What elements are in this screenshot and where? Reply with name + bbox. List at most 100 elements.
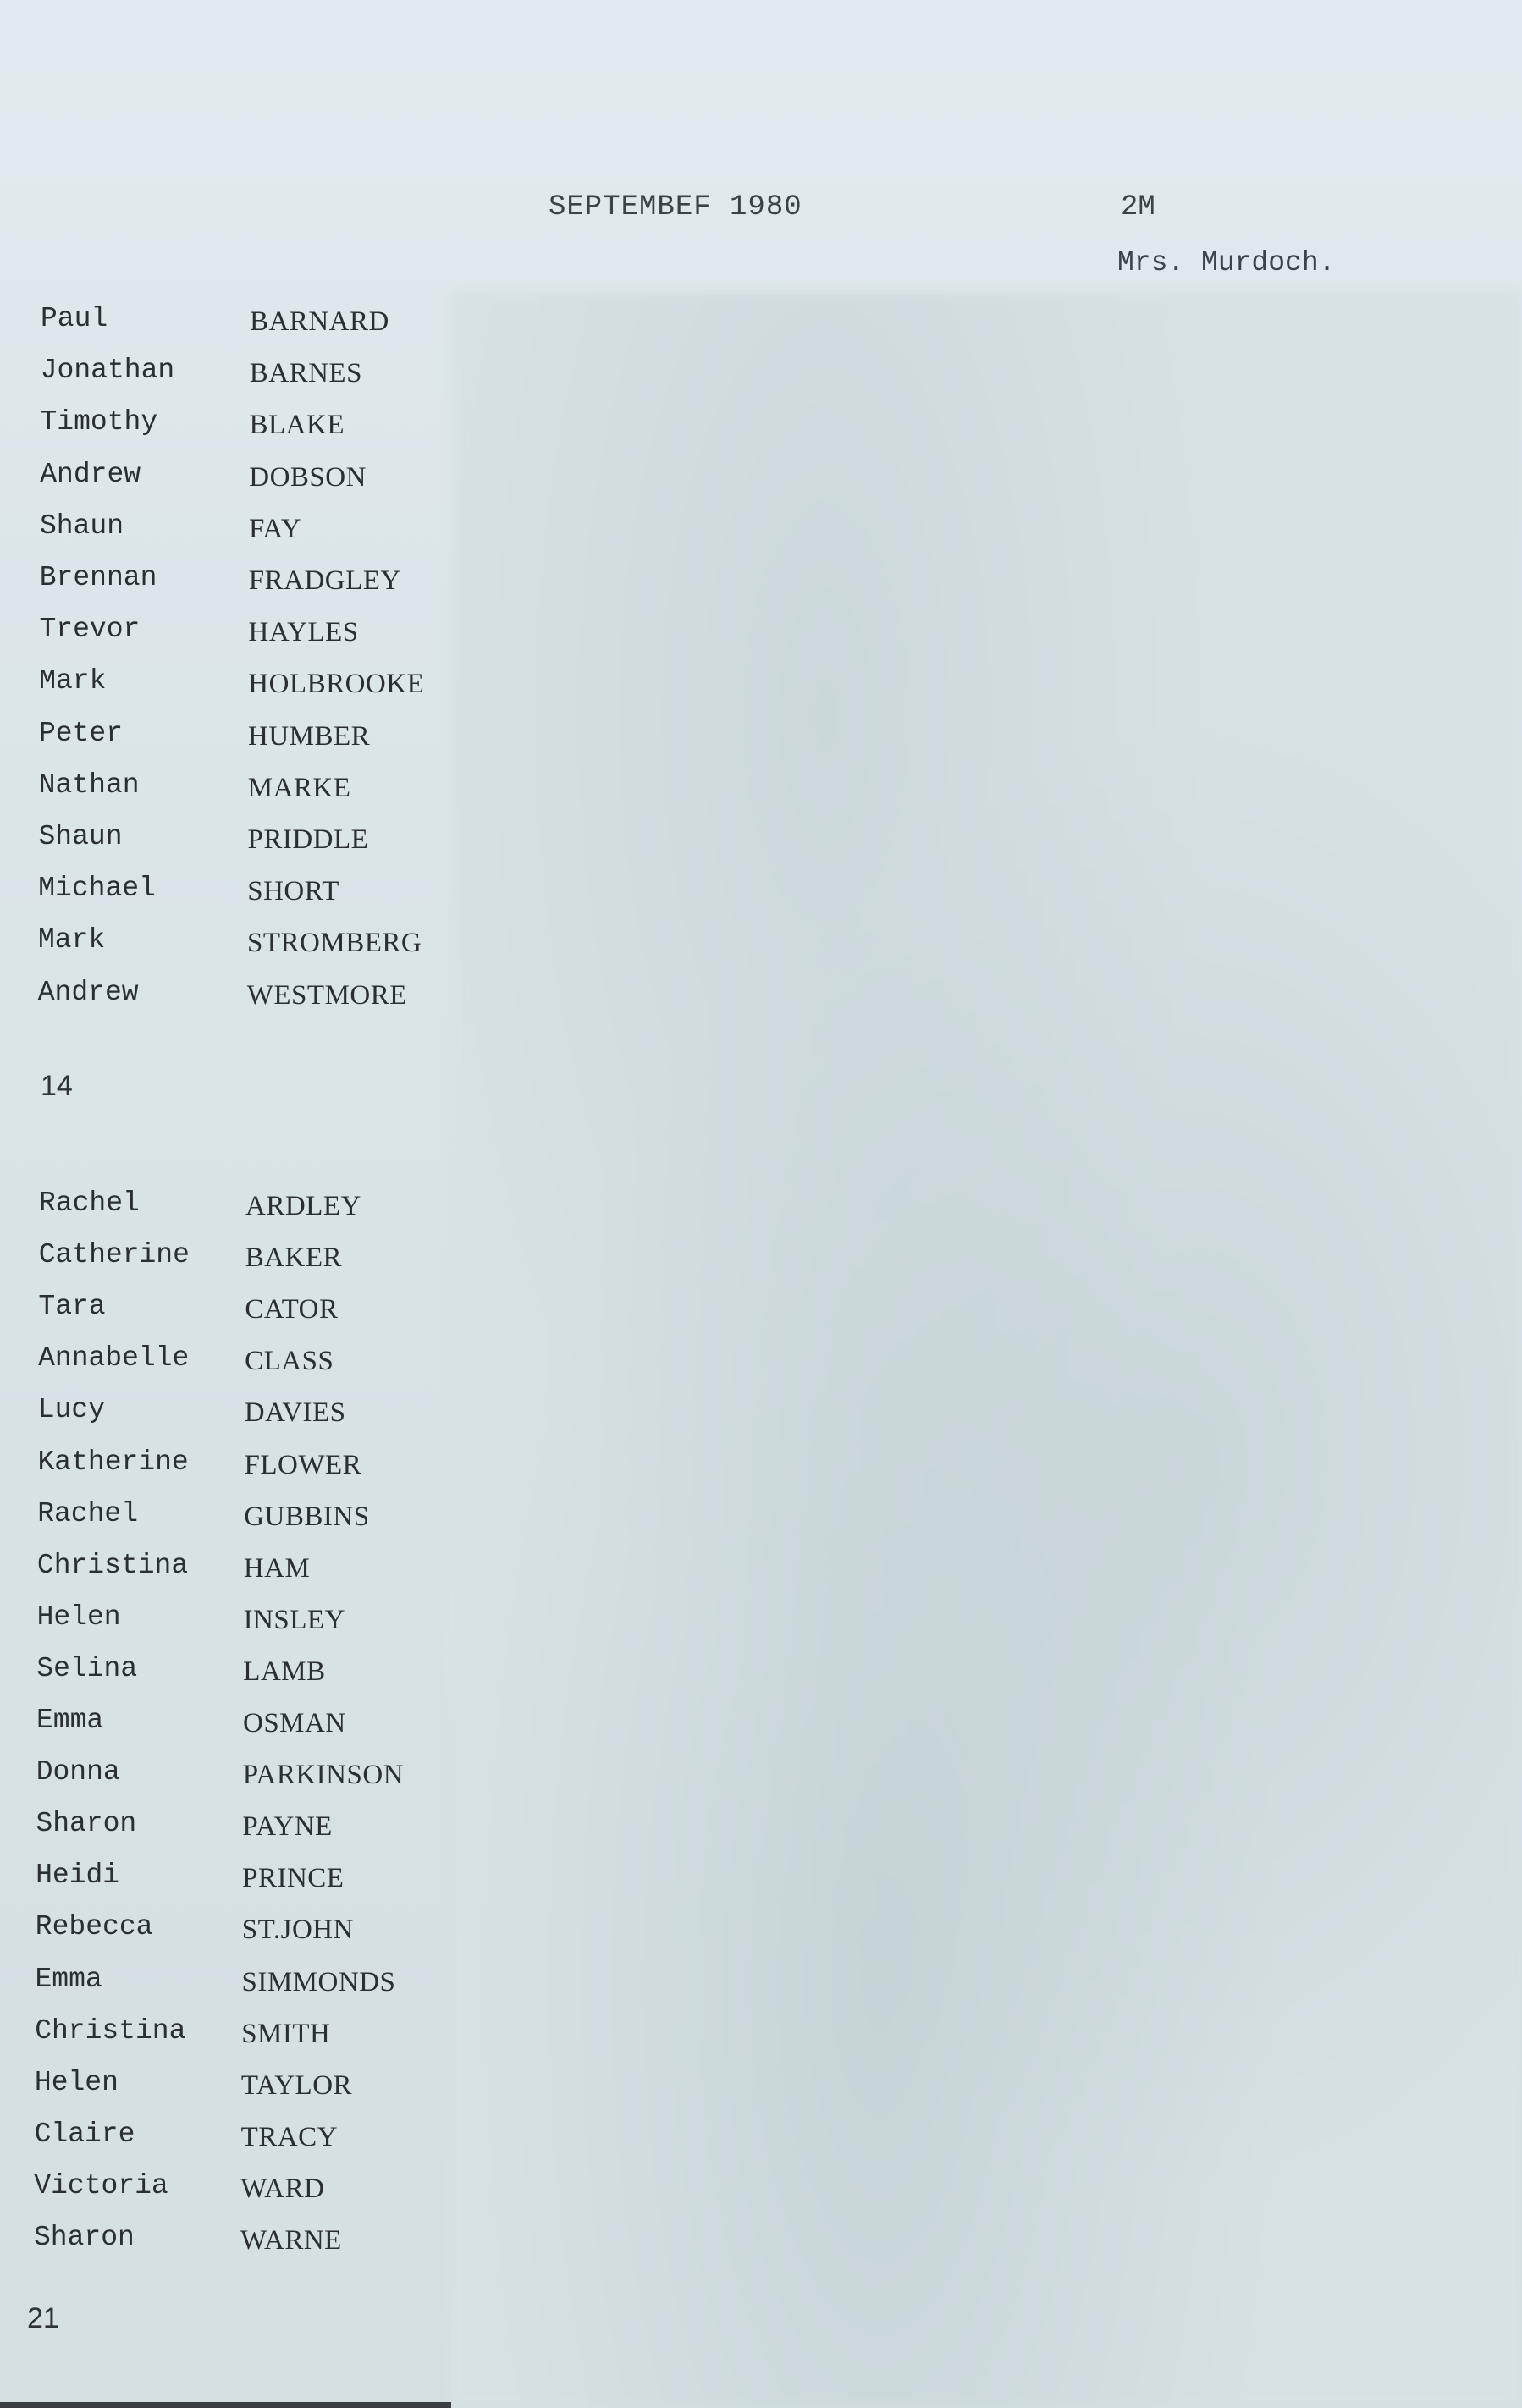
list-item: Peter HUMBER	[0, 718, 451, 769]
list-item: Helen INSLEY	[0, 1601, 451, 1652]
blurred-redaction	[451, 292, 1522, 2408]
surname: ARDLEY	[245, 1191, 361, 1221]
list-item: Katherine FLOWER	[0, 1446, 451, 1497]
first-name: Paul	[41, 303, 108, 334]
list-item: Helen TAYLOR	[0, 2067, 451, 2118]
surname: SMITH	[241, 2018, 331, 2049]
list-item: Catherine BAKER	[0, 1239, 451, 1290]
surname: GUBBINS	[244, 1501, 370, 1532]
list-item: Timothy BLAKE	[0, 406, 451, 457]
list-item: Michael SHORT	[0, 873, 451, 923]
first-name: Heidi	[36, 1860, 120, 1892]
surname: BAKER	[245, 1243, 343, 1274]
surname: SHORT	[247, 876, 339, 907]
surname: FAY	[249, 513, 302, 544]
boys-count: 14	[41, 1070, 73, 1102]
list-item: Trevor HAYLES	[0, 614, 451, 664]
first-name: Katherine	[37, 1446, 189, 1478]
list-item: Tara CATOR	[0, 1291, 451, 1342]
first-name: Sharon	[34, 2222, 135, 2253]
class-code: 2M	[1121, 191, 1155, 223]
surname: WARNE	[240, 2225, 342, 2256]
first-name: Selina	[36, 1652, 138, 1684]
list-item: Donna PARKINSON	[0, 1756, 451, 1807]
list-item: Brennan FRADGLEY	[0, 562, 451, 613]
list-item: Mark STROMBERG	[0, 924, 451, 975]
surname: CATOR	[245, 1294, 339, 1325]
list-item: Lucy DAVIES	[0, 1394, 451, 1445]
surname: ST.JOHN	[241, 1915, 354, 1946]
teacher-name: Mrs. Murdoch.	[1117, 247, 1336, 278]
list-item: Christina HAM	[0, 1550, 451, 1601]
surname: LAMB	[243, 1656, 326, 1687]
first-name: Victoria	[34, 2169, 168, 2201]
first-name: Michael	[38, 873, 156, 905]
register-date: SEPTEMBEF 1980	[549, 191, 802, 223]
first-name: Lucy	[37, 1394, 106, 1426]
list-item: Nathan MARKE	[0, 769, 451, 820]
first-name: Catherine	[38, 1239, 190, 1271]
list-item: Paul BARNARD	[0, 303, 451, 354]
first-name: Mark	[38, 924, 106, 956]
surname: BARNARD	[250, 306, 389, 337]
surname: HAYLES	[248, 617, 359, 648]
first-name: Shaun	[40, 510, 124, 542]
first-name: Nathan	[38, 769, 140, 801]
list-item: Rebecca ST.JOHN	[0, 1911, 451, 1962]
list-item: Shaun PRIDDLE	[0, 821, 451, 872]
list-item: Emma OSMAN	[0, 1705, 451, 1755]
surname: CLASS	[245, 1346, 334, 1377]
list-item: Shaun FAY	[0, 510, 451, 561]
surname: OSMAN	[243, 1708, 346, 1738]
girls-count: 21	[27, 2302, 59, 2334]
surname: PARKINSON	[242, 1760, 405, 1791]
list-item: Andrew DOBSON	[0, 459, 451, 510]
list-item: Andrew WESTMORE	[0, 977, 451, 1028]
first-name: Trevor	[39, 614, 141, 646]
first-name: Christina	[36, 1549, 189, 1581]
list-item: Annabelle CLASS	[0, 1342, 451, 1393]
surname: DOBSON	[249, 461, 367, 493]
first-name: Timothy	[40, 406, 158, 438]
first-name: Helen	[36, 1601, 121, 1633]
list-item: Emma SIMMONDS	[0, 1964, 451, 2014]
list-item: Jonathan BARNES	[0, 355, 451, 405]
surname: BLAKE	[249, 410, 345, 441]
surname: INSLEY	[243, 1604, 345, 1635]
list-item: Rachel GUBBINS	[0, 1498, 451, 1549]
first-name: Rachel	[37, 1497, 139, 1529]
first-name: Emma	[35, 1963, 102, 1995]
surname: FRADGLEY	[248, 565, 401, 596]
first-name: Mark	[39, 665, 107, 697]
surname: TRACY	[240, 2121, 338, 2152]
first-name: Donna	[36, 1756, 120, 1788]
first-name: Claire	[34, 2118, 135, 2150]
list-item: Mark HOLBROOKE	[0, 665, 451, 716]
list-item: Heidi PRINCE	[0, 1860, 451, 1910]
first-name: Shaun	[38, 821, 123, 852]
list-item: Claire TRACY	[0, 2119, 451, 2169]
first-name: Rebecca	[35, 1911, 153, 1943]
surname: DAVIES	[244, 1397, 346, 1429]
first-name: Christina	[35, 2014, 186, 2047]
list-item: Victoria WARD	[0, 2170, 451, 2221]
first-name: Annabelle	[38, 1342, 190, 1375]
list-item: Sharon WARNE	[0, 2222, 451, 2273]
surname: MARKE	[247, 772, 351, 803]
first-name: Sharon	[36, 1808, 137, 1840]
surname: WESTMORE	[246, 979, 407, 1011]
first-name: Rachel	[39, 1187, 140, 1219]
list-item: Christina SMITH	[0, 2015, 451, 2066]
surname: STROMBERG	[247, 928, 422, 959]
first-name: Andrew	[37, 976, 139, 1008]
surname: HOLBROOKE	[248, 669, 425, 700]
first-name: Tara	[38, 1291, 106, 1323]
list-item: Sharon PAYNE	[0, 1808, 451, 1859]
surname: PRINCE	[242, 1863, 345, 1894]
surname: HAM	[243, 1552, 311, 1584]
surname: SIMMONDS	[241, 1966, 396, 1997]
surname: FLOWER	[244, 1449, 362, 1480]
first-name: Emma	[36, 1705, 104, 1736]
page-edge-divider	[0, 2402, 451, 2408]
surname: BARNES	[249, 358, 362, 389]
